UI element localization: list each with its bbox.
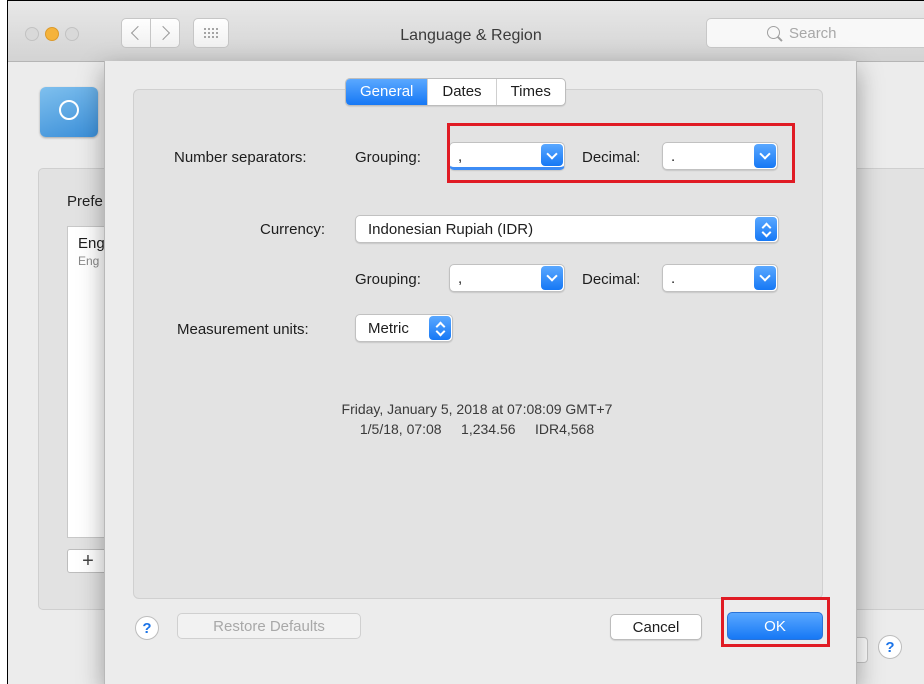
currency-decimal-select[interactable]: . [662, 264, 778, 292]
chevron-right-icon [155, 25, 171, 41]
currency-select[interactable]: Indonesian Rupiah (IDR) [355, 215, 779, 243]
cancel-button[interactable]: Cancel [610, 614, 702, 640]
system-preferences-window: Language & Region Search Prefe Eng Eng +… [7, 0, 924, 684]
advanced-settings-sheet: General Dates Times Number separators: G… [104, 61, 857, 684]
tab-dates[interactable]: Dates [427, 79, 495, 105]
chevron-down-icon [541, 266, 563, 290]
title-bar: Language & Region Search [8, 1, 924, 62]
number-grouping-label: Grouping: [355, 149, 421, 166]
united-nations-flag-icon [40, 87, 98, 137]
preferred-languages-label: Prefe [67, 193, 103, 210]
search-placeholder: Search [789, 25, 837, 42]
back-button[interactable] [121, 18, 151, 48]
show-all-button[interactable] [193, 18, 229, 48]
sample-short-format: 1/5/18, 07:08 1,234.56 IDR4,568 [359, 421, 595, 437]
currency-grouping-select[interactable]: , [449, 264, 565, 292]
language-item-name[interactable]: Eng [78, 235, 105, 252]
chevron-left-icon [130, 25, 146, 41]
search-input[interactable]: Search [706, 18, 924, 48]
search-icon [767, 26, 780, 39]
currency-grouping-label: Grouping: [355, 271, 421, 288]
currency-decimal-value: . [671, 270, 676, 287]
up-down-arrows-icon [429, 316, 451, 340]
tab-general[interactable]: General [346, 79, 428, 105]
zoom-window-button[interactable] [65, 27, 79, 41]
chevron-down-icon [754, 266, 776, 290]
add-language-button[interactable]: + [67, 549, 109, 573]
restore-defaults-button[interactable]: Restore Defaults [177, 613, 361, 639]
language-item-subtitle: Eng [78, 254, 100, 268]
measurement-units-select[interactable]: Metric [355, 314, 453, 342]
currency-value: Indonesian Rupiah (IDR) [368, 221, 534, 238]
up-down-arrows-icon [755, 217, 777, 241]
close-window-button[interactable] [25, 27, 39, 41]
measurement-units-value: Metric [368, 320, 409, 337]
highlight-box-number-separators [447, 123, 795, 183]
measurement-units-label: Measurement units: [177, 321, 309, 338]
currency-decimal-label: Decimal: [582, 271, 641, 288]
forward-button[interactable] [150, 18, 180, 48]
background-help-button[interactable]: ? [878, 635, 902, 659]
number-separators-label: Number separators: [174, 149, 307, 166]
tab-bar: General Dates Times [345, 78, 566, 106]
window-title: Language & Region [400, 27, 542, 44]
currency-grouping-value: , [458, 270, 463, 287]
minimize-window-button[interactable] [45, 27, 59, 41]
sample-long-date: Friday, January 5, 2018 at 07:08:09 GMT+… [341, 401, 613, 417]
highlight-box-ok [721, 597, 830, 647]
tab-times[interactable]: Times [495, 79, 565, 105]
grid-icon [204, 28, 218, 38]
currency-label: Currency: [260, 221, 326, 238]
help-button[interactable]: ? [135, 616, 159, 640]
